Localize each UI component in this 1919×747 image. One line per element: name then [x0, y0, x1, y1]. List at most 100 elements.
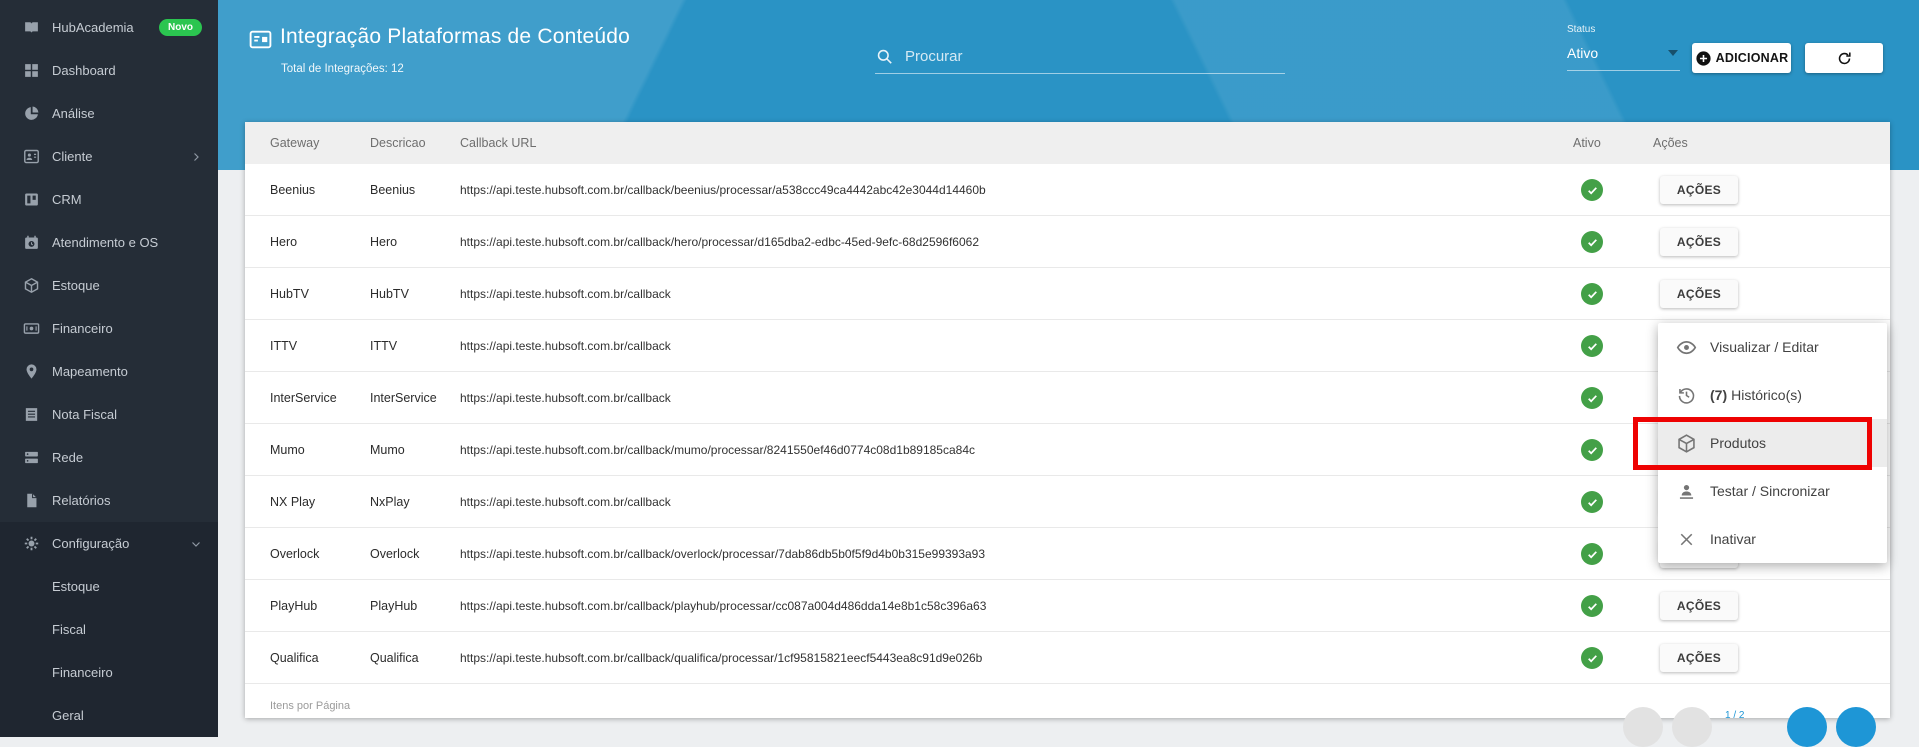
document-icon: [23, 406, 40, 423]
column-header-descricao: Descricao: [370, 136, 426, 150]
menu-item-produtos[interactable]: Produtos: [1658, 419, 1887, 467]
menu-item-testar-sincronizar[interactable]: Testar / Sincronizar: [1658, 467, 1887, 515]
cell-callback-url: https://api.teste.hubsoft.com.br/callbac…: [460, 338, 671, 353]
sidebar-subitem-fiscal[interactable]: Fiscal: [0, 608, 218, 651]
pagination-last-button[interactable]: [1836, 707, 1876, 747]
menu-item-visualizar-editar[interactable]: Visualizar / Editar: [1658, 323, 1887, 371]
sidebar: HubAcademia Novo Dashboard Análise Clien…: [0, 0, 218, 737]
cell-gateway: Hero: [270, 234, 298, 249]
sidebar-item-dashboard[interactable]: Dashboard: [0, 49, 218, 92]
column-header-acoes: Ações: [1653, 136, 1688, 150]
sidebar-item-hubacademia[interactable]: HubAcademia Novo: [0, 6, 218, 49]
sidebar-subitem-geral[interactable]: Geral: [0, 694, 218, 737]
sidebar-item-financeiro[interactable]: Financeiro: [0, 307, 218, 350]
refresh-button[interactable]: [1805, 43, 1883, 73]
dashboard-grid-icon: [23, 62, 40, 79]
cell-callback-url: https://api.teste.hubsoft.com.br/callbac…: [460, 442, 976, 457]
page-title-icon: [248, 27, 273, 52]
search-field[interactable]: [875, 40, 1285, 74]
cell-descricao: Hero: [370, 234, 398, 249]
active-check-icon: [1581, 283, 1603, 305]
active-check-icon: [1581, 387, 1603, 409]
historicos-count: (7): [1710, 387, 1728, 403]
sidebar-item-rede[interactable]: Rede: [0, 436, 218, 479]
pagination-prev-button[interactable]: [1672, 707, 1712, 747]
cell-descricao: Overlock: [370, 546, 420, 561]
history-icon: [1678, 387, 1695, 404]
cell-gateway: Mumo: [270, 442, 305, 457]
cell-gateway: NX Play: [270, 494, 316, 509]
table-row: Hero Hero https://api.teste.hubsoft.com.…: [245, 216, 1890, 268]
cube-icon: [23, 277, 40, 294]
sidebar-item-mapeamento[interactable]: Mapeamento: [0, 350, 218, 393]
active-check-icon: [1581, 647, 1603, 669]
cell-gateway: HubTV: [270, 286, 309, 301]
cell-descricao: Mumo: [370, 442, 405, 457]
cell-callback-url: https://api.teste.hubsoft.com.br/callbac…: [460, 390, 671, 405]
cell-descricao: InterService: [370, 390, 437, 405]
cell-callback-url: https://api.teste.hubsoft.com.br/callbac…: [460, 546, 986, 561]
table-row: PlayHub PlayHub https://api.teste.hubsof…: [245, 580, 1890, 632]
close-icon: [1680, 533, 1693, 545]
pie-chart-icon: [23, 105, 40, 122]
cell-descricao: Beenius: [370, 182, 416, 197]
chevron-down-icon: [1668, 49, 1678, 56]
server-icon: [23, 449, 40, 466]
menu-item-historicos[interactable]: (7) Histórico(s): [1658, 371, 1887, 419]
banknote-icon: [23, 320, 40, 337]
sidebar-item-estoque[interactable]: Estoque: [0, 264, 218, 307]
column-header-callback-url: Callback URL: [460, 136, 537, 150]
status-selected-value: Ativo: [1567, 44, 1599, 61]
sidebar-item-cliente[interactable]: Cliente: [0, 135, 218, 178]
eye-icon: [1676, 340, 1697, 354]
package-icon: [1678, 433, 1695, 453]
cell-gateway: Qualifica: [270, 650, 319, 665]
cell-descricao: HubTV: [370, 286, 409, 301]
cell-gateway: ITTV: [270, 338, 298, 353]
table-header: Gateway Descricao Callback URL Ativo Açõ…: [245, 122, 1890, 164]
active-check-icon: [1581, 179, 1603, 201]
acoes-button[interactable]: AÇÕES: [1660, 280, 1738, 308]
page-title: Integração Plataformas de Conteúdo: [280, 25, 631, 48]
person-card-icon: [23, 148, 40, 165]
sidebar-subitem-estoque[interactable]: Estoque: [0, 565, 218, 608]
acoes-button[interactable]: AÇÕES: [1660, 592, 1738, 620]
cell-descricao: NxPlay: [370, 494, 410, 509]
sidebar-subitem-financeiro[interactable]: Financeiro: [0, 651, 218, 694]
integrations-table-card: Gateway Descricao Callback URL Ativo Açõ…: [245, 122, 1890, 747]
sidebar-item-nota-fiscal[interactable]: Nota Fiscal: [0, 393, 218, 436]
kanban-icon: [23, 191, 40, 208]
cell-gateway: Beenius: [270, 182, 316, 197]
sidebar-item-configuracao[interactable]: Configuração: [0, 522, 218, 565]
calendar-clock-icon: [23, 234, 40, 251]
table-row: Beenius Beenius https://api.teste.hubsof…: [245, 164, 1890, 216]
sidebar-item-atendimento[interactable]: Atendimento e OS: [0, 221, 218, 264]
sidebar-item-analise[interactable]: Análise: [0, 92, 218, 135]
gear-icon: [23, 535, 40, 552]
cell-descricao: PlayHub: [370, 598, 418, 613]
pagination-first-button[interactable]: [1623, 707, 1663, 747]
status-filter-select[interactable]: Status Ativo: [1567, 24, 1680, 71]
active-check-icon: [1581, 231, 1603, 253]
map-pin-icon: [23, 363, 40, 380]
cell-gateway: PlayHub: [270, 598, 318, 613]
sidebar-item-crm[interactable]: CRM: [0, 178, 218, 221]
search-input[interactable]: [905, 48, 1285, 65]
search-icon: [877, 49, 892, 64]
cell-callback-url: https://api.teste.hubsoft.com.br/callbac…: [460, 650, 983, 665]
refresh-icon: [1838, 51, 1851, 64]
acoes-button[interactable]: AÇÕES: [1660, 176, 1738, 204]
active-check-icon: [1581, 491, 1603, 513]
cell-callback-url: https://api.teste.hubsoft.com.br/callbac…: [460, 494, 671, 509]
acoes-button[interactable]: AÇÕES: [1660, 228, 1738, 256]
acoes-button[interactable]: AÇÕES: [1660, 644, 1738, 672]
cell-descricao: ITTV: [370, 338, 398, 353]
add-button[interactable]: ADICIONAR: [1692, 43, 1791, 73]
cell-gateway: Overlock: [270, 546, 320, 561]
sidebar-item-relatorios[interactable]: Relatórios: [0, 479, 218, 522]
items-per-page-label: Itens por Página: [270, 700, 351, 712]
pagination-next-button[interactable]: [1787, 707, 1827, 747]
chevron-right-icon: [190, 151, 202, 163]
person-sync-icon: [1679, 484, 1694, 499]
menu-item-inativar[interactable]: Inativar: [1658, 515, 1887, 563]
